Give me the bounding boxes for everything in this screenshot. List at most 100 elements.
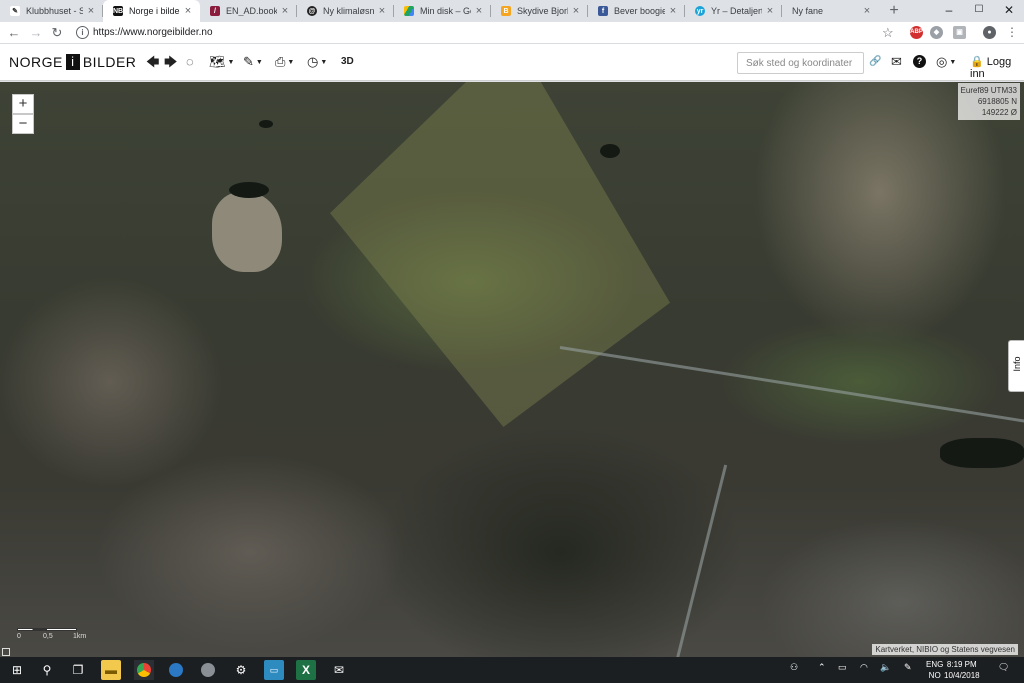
facebook-icon: f (598, 6, 608, 16)
maximize-button[interactable]: ☐ (962, 0, 996, 20)
site-info-icon[interactable]: i (76, 26, 89, 39)
map-attribution: Kartverket, NIBIO og Statens vegvesen (872, 644, 1018, 655)
mail-icon[interactable]: ✉ (891, 54, 902, 70)
lake-feature (229, 182, 269, 198)
search-icon[interactable]: ⚲ (37, 660, 57, 680)
tab-close-icon[interactable]: × (473, 5, 485, 17)
norge-i-bilder-logo[interactable]: NORGE i BILDER (9, 54, 136, 70)
arrow-left-icon[interactable]: 🡄 (146, 54, 159, 70)
wifi-icon[interactable]: ◠ (860, 662, 868, 673)
globe-icon: ◎ (936, 54, 948, 69)
system-clock[interactable]: 8:19 PM 10/4/2018 (944, 659, 980, 681)
tab-close-icon[interactable]: × (861, 5, 873, 17)
windows-start-icon[interactable]: ⊞ (7, 660, 27, 680)
tray-chevron-icon[interactable]: ⌃ (818, 662, 826, 673)
minimize-button[interactable]: – (932, 0, 966, 20)
browser-tab[interactable]: Min disk – Goo × (394, 0, 491, 22)
language-indicator[interactable]: ENG NO (926, 659, 943, 681)
coordinate-readout: Euref89 UTM33 6918805 N 149222 Ø (957, 83, 1020, 120)
browser-tab[interactable]: f Bever boogie 2 × (588, 0, 685, 22)
draw-button[interactable]: ✎ ▼ (243, 54, 263, 70)
adblock-icon[interactable]: ABP (910, 26, 923, 39)
chrome-icon[interactable] (134, 660, 154, 680)
fullscreen-icon[interactable] (2, 648, 10, 656)
notification-center-icon[interactable]: 🗨 (998, 662, 1009, 673)
nib-icon: NB (112, 6, 124, 16)
settings-gear-icon[interactable]: ⚙ (231, 660, 251, 680)
browser-tab[interactable]: Ny fane × (782, 0, 879, 22)
browser-tab[interactable]: / EN_AD.book(EN × (200, 0, 297, 22)
tab-close-icon[interactable]: × (182, 5, 194, 17)
pen-icon[interactable]: ✎ (904, 662, 912, 673)
chrome-menu-icon[interactable]: ⋮ (1006, 25, 1018, 39)
excel-icon[interactable]: X (296, 660, 316, 680)
mail-app-icon[interactable]: ✉ (329, 660, 349, 680)
address-bar: ← → ↻ i https://www.norgeibilder.no ☆ AB… (0, 22, 1024, 44)
close-window-button[interactable]: ✕ (992, 0, 1024, 20)
back-button[interactable]: ← (5, 24, 23, 42)
pencil-icon: ✎ (243, 54, 254, 69)
tab-close-icon[interactable]: × (85, 5, 97, 17)
battery-icon[interactable]: ▭ (838, 662, 847, 673)
volume-icon[interactable]: 🔈 (880, 662, 891, 673)
tab-close-icon[interactable]: × (667, 5, 679, 17)
lake-feature (940, 438, 1024, 468)
lake-feature (600, 144, 620, 158)
road-line (559, 346, 1024, 423)
people-icon[interactable]: ⚇ (790, 662, 798, 673)
lasso-select-icon[interactable]: ◌ (186, 54, 194, 70)
3d-button[interactable]: 3D (341, 54, 354, 70)
browser-tab-active[interactable]: NB Norge i bilder × (103, 0, 200, 22)
lock-icon: 🔒 (970, 56, 984, 68)
tab-close-icon[interactable]: × (764, 5, 776, 17)
link-icon[interactable]: 🔗 (869, 54, 881, 70)
forward-button[interactable]: → (27, 24, 45, 42)
app-header: NORGE i BILDER 🡄 🡆 ◌ 🗺 ▼ ✎ ▼ ⎙ ▼ ◷ ▼ 3D Søk st… (0, 44, 1024, 81)
login-button[interactable]: 🔒 Logg inn (970, 55, 1024, 80)
history-button[interactable]: ◷ ▼ (307, 54, 327, 70)
drive-icon (404, 6, 414, 16)
extension-icon[interactable]: ◆ (930, 26, 943, 39)
url-field[interactable]: https://www.norgeibilder.no (93, 27, 213, 38)
framemaker-icon: / (210, 6, 220, 16)
task-view-icon[interactable]: ❐ (68, 660, 88, 680)
profile-avatar-icon[interactable]: ● (983, 26, 996, 39)
map-icon: 🗺 (209, 54, 226, 69)
app-icon[interactable] (198, 660, 218, 680)
clock-icon: ◷ (307, 54, 319, 69)
print-button[interactable]: ⎙ ▼ (275, 54, 294, 70)
extension-icon[interactable]: ▣ (953, 26, 966, 39)
new-tab-button[interactable]: + (886, 2, 902, 20)
browser-tab[interactable]: B Skydive Bjorli - × (491, 0, 588, 22)
tab-close-icon[interactable]: × (570, 5, 582, 17)
blogger-icon: B (501, 6, 511, 16)
bookmark-star-icon[interactable]: ☆ (882, 25, 894, 41)
place-search-input[interactable]: Søk sted og koordinater (737, 52, 864, 74)
app-icon[interactable] (166, 660, 186, 680)
info-panel-tab[interactable]: Info (1008, 340, 1024, 392)
tab-close-icon[interactable]: × (279, 5, 291, 17)
file-explorer-icon[interactable]: ▬ (101, 660, 121, 680)
river-line (675, 464, 728, 657)
printer-icon: ⎙ (275, 54, 286, 69)
aerial-map[interactable]: + − Euref89 UTM33 6918805 N 149222 Ø Inf… (0, 82, 1024, 657)
scale-bar: 0 0,5 1km (17, 628, 86, 640)
language-button[interactable]: ◎ ▼ (936, 54, 956, 70)
zoom-in-button[interactable]: + (12, 94, 34, 114)
valley-terrain (330, 82, 670, 427)
browser-tab[interactable]: yr Yr – Detaljert v × (685, 0, 782, 22)
threads-icon: @ (307, 6, 317, 16)
reload-button[interactable]: ↻ (48, 24, 66, 42)
browser-tab[interactable]: @ Ny klimaløsning × (297, 0, 394, 22)
tab-close-icon[interactable]: × (376, 5, 388, 17)
yr-icon: yr (695, 6, 705, 16)
zoom-out-button[interactable]: − (12, 114, 34, 134)
help-icon[interactable]: ? (913, 55, 926, 68)
app-icon[interactable]: ▭ (264, 660, 284, 680)
browser-tab[interactable]: ✎ Klubbhuset - Sk × (0, 0, 103, 22)
map-layers-button[interactable]: 🗺 ▼ (209, 54, 234, 70)
cliff-terrain (212, 192, 282, 272)
feather-icon: ✎ (10, 6, 20, 16)
arrow-right-icon[interactable]: 🡆 (164, 54, 177, 70)
browser-tab-strip: ✎ Klubbhuset - Sk × NB Norge i bilder × … (0, 0, 1024, 22)
